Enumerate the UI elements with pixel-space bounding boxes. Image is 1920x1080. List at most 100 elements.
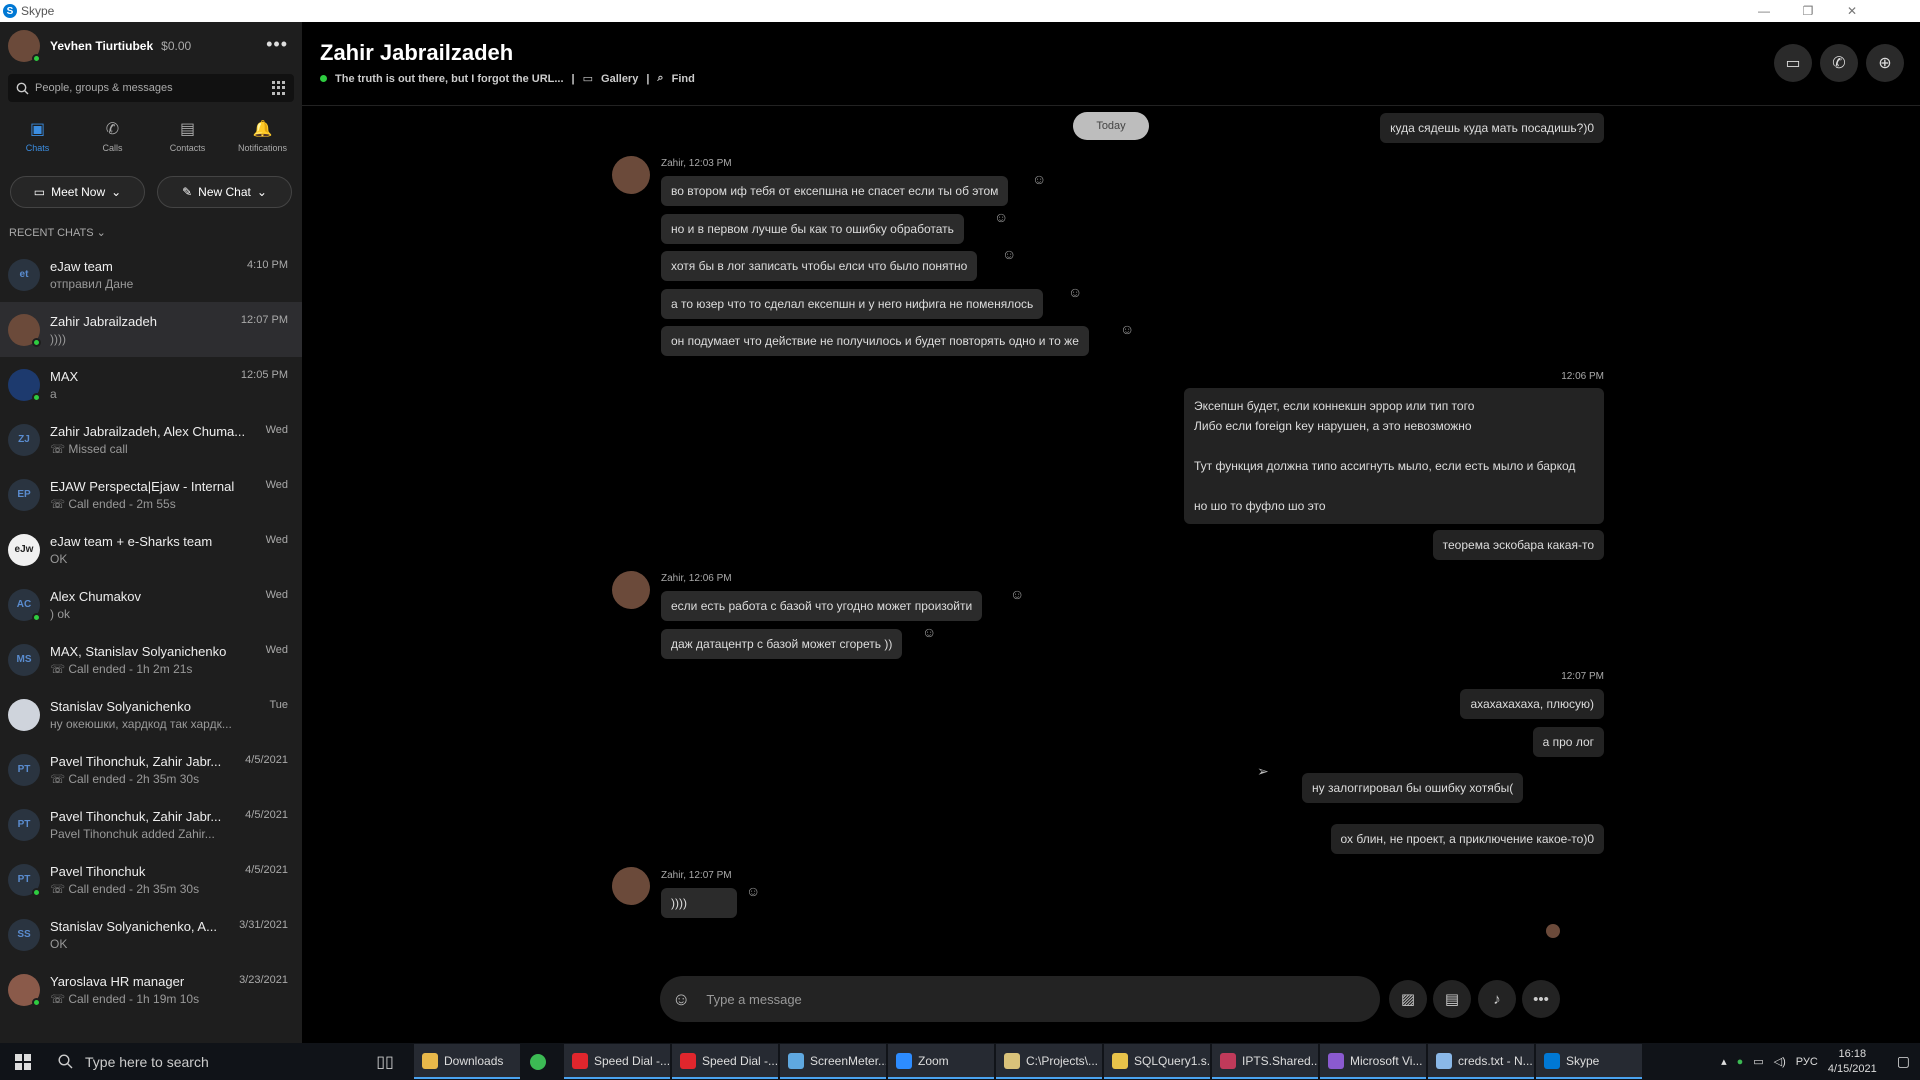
message-bubble-outgoing[interactable]: теорема эскобара какая-то [1432,530,1604,560]
network-icon[interactable]: ▭ [1753,1055,1763,1068]
security-icon[interactable]: ● [1737,1056,1744,1068]
chat-list-item[interactable]: ZJ Zahir Jabrailzadeh, Alex Chuma... ☏ Mis… [0,412,302,467]
taskbar-app-button[interactable]: Microsoft Vi... [1320,1044,1426,1079]
chat-time: Wed [265,424,288,436]
gallery-link[interactable]: Gallery [601,73,638,85]
contact-avatar[interactable] [612,571,650,609]
send-contact-button[interactable]: ▤ [1433,980,1471,1018]
online-status-dot [32,997,41,1007]
new-chat-button[interactable]: ✎ New Chat ⌄ [157,176,292,208]
message-bubble[interactable]: даж датацентр с базой может сгореть )) [661,629,903,659]
message-input[interactable]: Type a message [706,992,801,1007]
add-reaction-icon[interactable]: ☺ [746,883,760,899]
taskbar-app-button[interactable]: Downloads [414,1044,520,1079]
taskbar-app-button[interactable]: Speed Dial -... [672,1044,778,1079]
message-bubble-outgoing[interactable]: Эксепшн будет, если коннекшн эррор или т… [1184,388,1604,524]
chat-name: Pavel Tihonchuk, Zahir Jabr... [50,808,222,824]
add-reaction-icon[interactable]: ☺ [1068,284,1082,300]
meet-now-button[interactable]: ▭ Meet Now ⌄ [10,176,145,208]
taskbar-app-button[interactable]: Zoom [888,1044,994,1079]
chat-list-item[interactable]: eJw eJaw team + e-Sharks team OK Wed [0,522,302,577]
search-input[interactable]: People, groups & messages [35,82,173,94]
minimize-button[interactable]: — [1742,0,1786,22]
tray-overflow-icon[interactable]: ▴ [1721,1055,1727,1068]
chat-list-item[interactable]: MS MAX, Stanislav Solyanichenko ☏ Call end… [0,632,302,687]
taskbar-app-button[interactable]: creds.txt - N... [1428,1044,1534,1079]
action-center-icon[interactable]: ▢ [1897,1053,1910,1070]
audio-call-button[interactable]: ✆ [1820,44,1858,82]
conversation-pane: Zahir Jabrailzadeh The truth is out ther… [302,22,1920,1043]
volume-icon[interactable]: ◁) [1774,1055,1786,1068]
chat-avatar: EP [8,478,40,511]
message-bubble[interactable]: во втором иф тебя от ексепшна не спасет … [661,176,1009,206]
chat-list-item[interactable]: Stanislav Solyanichenko ну океюшки, хардк… [0,687,302,742]
taskbar-app-button[interactable]: Speed Dial -... [564,1044,670,1079]
profile-avatar[interactable] [8,30,41,63]
taskbar-app-button[interactable]: Skype [1536,1044,1642,1079]
taskbar-app-label: SQLQuery1.s... [1134,1053,1210,1068]
more-composer-options-button[interactable]: ••• [1522,980,1560,1018]
message-bubble-outgoing[interactable]: ахахахахаха, плюсую) [1460,689,1604,719]
message-bubble[interactable]: но и в первом лучше бы как то ошибку обр… [661,214,964,244]
add-reaction-icon[interactable]: ☺ [1002,246,1016,262]
taskbar-app-button[interactable] [522,1044,562,1079]
chat-list-item[interactable]: PT Pavel Tihonchuk ☏ Call ended - 2h 35m 3… [0,852,302,907]
clock-date: 4/15/2021 [1827,1062,1877,1075]
taskbar-search-input[interactable]: Type here to search [85,1054,209,1070]
chat-list-item[interactable]: AC Alex Chumakov) ok Wed [0,577,302,632]
tab-calls[interactable]: ✆ Calls [75,106,150,166]
taskbar-app-button[interactable]: C:\Projects\... [996,1044,1102,1079]
taskbar-app-button[interactable]: SQLQuery1.s... [1104,1044,1210,1079]
taskbar-app-button[interactable]: ScreenMeter... [780,1044,886,1079]
language-indicator[interactable]: РУС [1796,1056,1818,1068]
chat-list-item[interactable]: et eJaw team отправил Дане 4:10 PM [0,247,302,302]
message-bubble[interactable]: хотя бы в лог записать чтобы елси что бы… [661,251,978,281]
video-call-button[interactable]: ▭ [1774,44,1812,82]
restore-button[interactable]: ❐ [1786,0,1830,22]
close-button[interactable]: ✕ [1830,0,1874,22]
chat-list-item[interactable]: MAX а 12:05 PM [0,357,302,412]
chat-list-item[interactable]: EP EJAW Perspecta|Ejaw - Internal ☏ Call e… [0,467,302,522]
add-reaction-icon[interactable]: ☺ [1032,171,1046,187]
taskbar-app-button[interactable]: IPTS.Shared.... [1212,1044,1318,1079]
chat-list-item[interactable]: PT Pavel Tihonchuk, Zahir Jabr... ☏ Call e… [0,742,302,797]
chat-list-item[interactable]: Yaroslava HR manager ☏ Call ended - 1h 19… [0,962,302,1017]
start-button[interactable] [0,1053,46,1070]
message-bubble-outgoing[interactable]: а про лог [1532,727,1604,757]
add-reaction-icon[interactable]: ☺ [994,209,1008,225]
add-people-button[interactable]: ⊕ [1866,44,1904,82]
profile-credit[interactable]: $0.00 [161,39,191,53]
dialpad-icon[interactable] [272,81,286,95]
chat-list-item[interactable]: SS Stanislav Solyanichenko, A... OK 3/31/20… [0,907,302,962]
message-bubble-outgoing[interactable]: ох блин, не проект, а приключение какое-… [1330,824,1604,854]
clock[interactable]: 16:18 4/15/2021 [1828,1047,1877,1077]
message-bubble-outgoing[interactable]: куда сядешь куда мать посадишь?)0 [1380,113,1604,143]
emoji-icon[interactable]: ☺ [672,989,690,1010]
message-composer[interactable]: ☺ Type a message [660,976,1380,1022]
message-bubble[interactable]: а то юзер что то сделал ексепшн и у него… [661,289,1044,319]
tab-contacts[interactable]: ▤ Contacts [150,106,225,166]
chat-list-item[interactable]: PT Pavel Tihonchuk, Zahir Jabr... Pavel Ti… [0,797,302,852]
share-media-button[interactable]: ▨ [1389,980,1427,1018]
tab-notifications[interactable]: 🔔 Notifications [225,106,300,166]
message-bubble[interactable]: )))) [661,888,737,918]
find-link[interactable]: Find [672,73,695,85]
taskbar-search[interactable]: Type here to search [46,1043,356,1080]
task-view-icon[interactable]: ▯▯ [356,1052,414,1072]
more-options-icon[interactable]: ••• [266,34,288,55]
contact-avatar[interactable] [612,156,650,194]
contact-avatar[interactable] [612,867,650,905]
profile-name[interactable]: Yevhen Tiurtiubek [50,39,153,53]
add-reaction-icon[interactable]: ☺ [1010,586,1024,602]
record-audio-button[interactable]: ♪ [1478,980,1516,1018]
tab-chats[interactable]: ▣ Chats [0,106,75,166]
message-bubble[interactable]: если есть работа с базой что угодно може… [661,591,983,621]
add-reaction-icon[interactable]: ☺ [922,624,936,640]
conversation-title[interactable]: Zahir Jabrailzadeh [320,40,513,66]
message-bubble-pending[interactable]: ну залоггировал бы ошибку хотябы( [1302,773,1524,803]
search-box[interactable]: People, groups & messages [8,74,294,102]
chat-list-item[interactable]: Zahir Jabrailzadeh)))) 12:07 PM [0,302,302,357]
message-bubble[interactable]: он подумает что действие не получилось и… [661,326,1089,356]
recent-chats-header[interactable]: RECENT CHATS ⌄ [9,226,302,239]
add-reaction-icon[interactable]: ☺ [1120,321,1134,337]
